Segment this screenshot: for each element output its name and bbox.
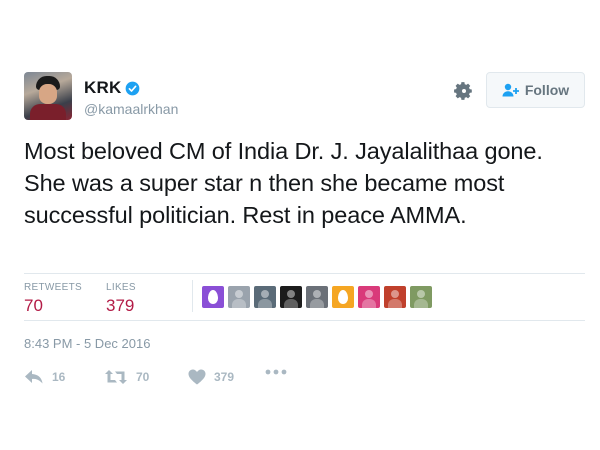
retweet-count: 70 bbox=[136, 370, 150, 384]
photo-head bbox=[261, 290, 269, 298]
photo-head bbox=[391, 290, 399, 298]
avatar-face bbox=[39, 84, 57, 104]
liker-avatar[interactable] bbox=[358, 286, 380, 308]
avatar[interactable] bbox=[24, 72, 72, 120]
verified-badge-icon bbox=[125, 81, 140, 96]
add-user-icon bbox=[502, 83, 519, 97]
reply-icon bbox=[25, 370, 43, 384]
likes-count[interactable]: 379 bbox=[106, 296, 134, 316]
reply-count: 16 bbox=[52, 370, 66, 384]
photo-body bbox=[310, 299, 324, 308]
liker-avatar[interactable] bbox=[410, 286, 432, 308]
liker-avatar[interactable] bbox=[280, 286, 302, 308]
liker-avatar[interactable] bbox=[228, 286, 250, 308]
tweet-text: Most beloved CM of India Dr. J. Jayalali… bbox=[24, 138, 543, 228]
photo-body bbox=[362, 299, 376, 308]
egg-icon bbox=[208, 290, 218, 304]
liker-avatar[interactable] bbox=[202, 286, 224, 308]
like-count: 379 bbox=[214, 370, 235, 384]
photo-body bbox=[284, 299, 298, 308]
liker-avatar[interactable] bbox=[306, 286, 328, 308]
heart-icon bbox=[188, 369, 206, 385]
photo-head bbox=[417, 290, 425, 298]
more-action[interactable] bbox=[265, 369, 287, 375]
photo-head bbox=[287, 290, 295, 298]
divider-top bbox=[24, 273, 585, 274]
photo-body bbox=[388, 299, 402, 308]
retweet-action[interactable]: 70 bbox=[104, 369, 149, 385]
photo-head bbox=[235, 290, 243, 298]
photo-body bbox=[414, 299, 428, 308]
tweet-timestamp[interactable]: 8:43 PM - 5 Dec 2016 bbox=[24, 336, 150, 351]
likes-label: LIKES bbox=[106, 282, 136, 293]
liker-avatar[interactable] bbox=[384, 286, 406, 308]
divider-bottom bbox=[24, 320, 585, 321]
avatar-body bbox=[30, 104, 66, 120]
like-action[interactable]: 379 bbox=[188, 369, 234, 385]
user-name[interactable]: KRK bbox=[84, 78, 121, 98]
reply-action[interactable]: 16 bbox=[24, 369, 65, 385]
follow-button[interactable]: Follow bbox=[486, 72, 585, 108]
egg-icon bbox=[338, 290, 348, 304]
gear-icon[interactable] bbox=[454, 81, 474, 101]
likers-avatars bbox=[202, 286, 432, 308]
retweet-icon bbox=[105, 370, 127, 384]
liker-avatar[interactable] bbox=[254, 286, 276, 308]
photo-body bbox=[258, 299, 272, 308]
stats-separator bbox=[192, 280, 193, 312]
photo-head bbox=[313, 290, 321, 298]
liker-avatar[interactable] bbox=[332, 286, 354, 308]
retweets-count[interactable]: 70 bbox=[24, 296, 43, 316]
more-dots-icon bbox=[265, 369, 287, 375]
photo-body bbox=[232, 299, 246, 308]
user-handle[interactable]: @kamaalrkhan bbox=[84, 101, 178, 117]
retweets-label: RETWEETS bbox=[24, 282, 82, 293]
photo-head bbox=[365, 290, 373, 298]
follow-button-label: Follow bbox=[524, 82, 570, 98]
